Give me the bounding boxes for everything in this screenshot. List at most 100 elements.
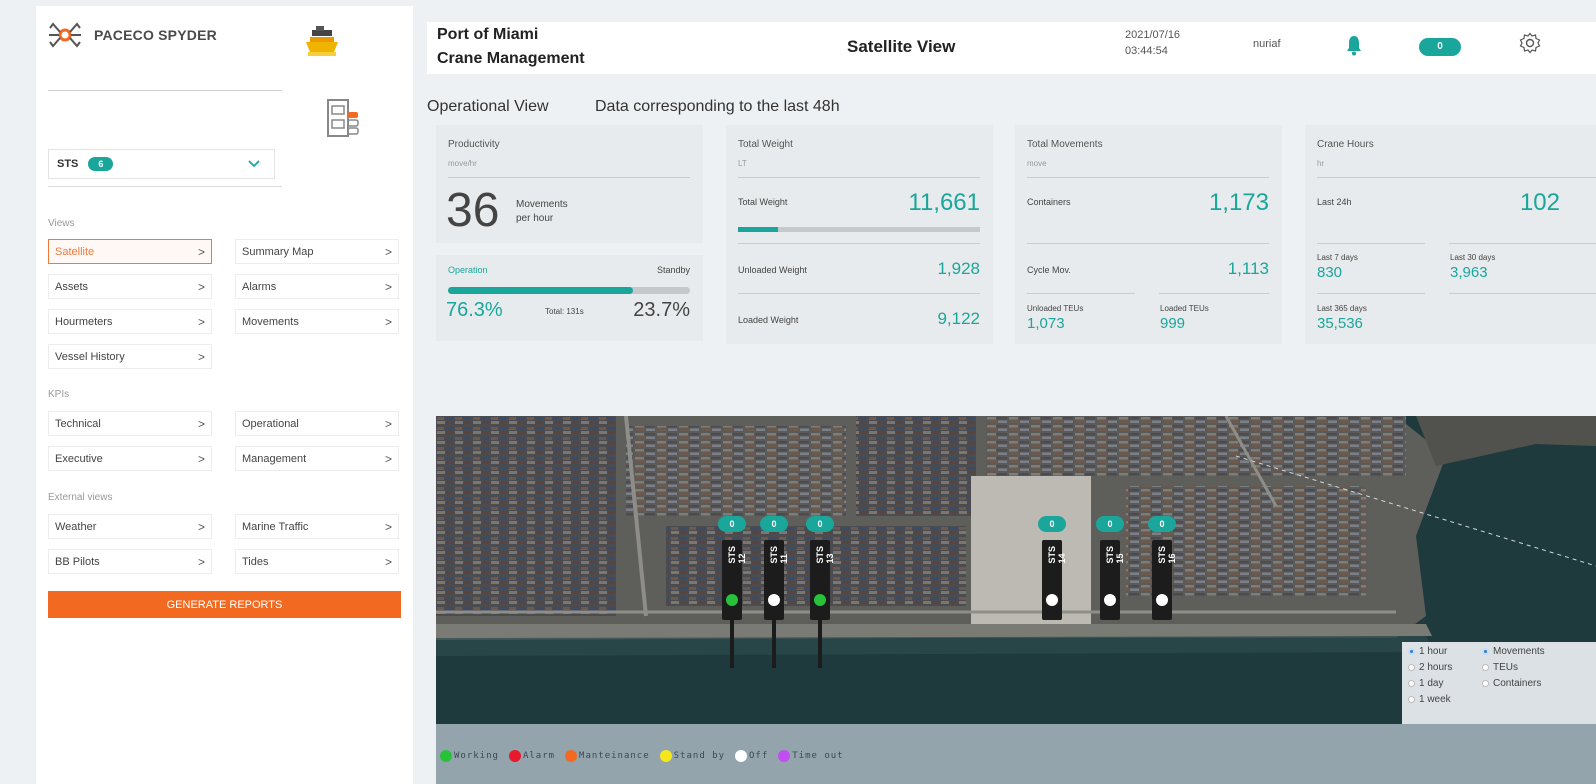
card-divider <box>1317 293 1425 294</box>
nav-executive[interactable]: Executive > <box>48 446 212 471</box>
time-option-1-hour[interactable]: 1 hour <box>1408 646 1447 657</box>
nav-label: Management <box>242 452 307 465</box>
card-unit: move <box>1027 159 1047 168</box>
satellite-map[interactable]: 0 STS 12 0 STS 11 0 STS 13 0 STS 14 0 STS 15 0 STS … <box>436 416 1596 784</box>
nav-bb-pilots[interactable]: BB Pilots > <box>48 549 212 574</box>
card-divider <box>1317 177 1596 178</box>
last365-value: 35,536 <box>1317 315 1363 332</box>
crane-count-badge: 0 <box>806 516 834 532</box>
chevron-right-icon: > <box>384 519 392 534</box>
chevron-down-icon[interactable] <box>246 156 262 172</box>
card-unit: LT <box>738 159 747 168</box>
crane-label: STS 12 <box>727 546 747 564</box>
total-weight-value: 11,661 <box>908 189 980 216</box>
card-title: Total Movements <box>1027 139 1103 150</box>
legend-dot-icon <box>735 750 747 762</box>
radio-icon <box>1408 648 1415 655</box>
radio-label: TEUs <box>1493 662 1518 673</box>
time-option-1-day[interactable]: 1 day <box>1408 678 1443 689</box>
nav-operational[interactable]: Operational > <box>235 411 399 436</box>
card-divider <box>1027 177 1269 178</box>
nav-summary-map[interactable]: Summary Map > <box>235 239 399 264</box>
legend-label: Off <box>749 751 769 761</box>
last30-label: Last 30 days <box>1450 253 1496 262</box>
productivity-card: Productivity move/hr 36 Movements per ho… <box>436 125 703 243</box>
nav-assets[interactable]: Assets > <box>48 274 212 299</box>
chevron-right-icon: > <box>197 451 205 466</box>
containers-label: Containers <box>1027 197 1071 207</box>
legend-dot-icon <box>508 750 521 762</box>
card-unit: hr <box>1317 159 1325 168</box>
operation-pct: 76.3% <box>446 299 503 321</box>
crane-status-icon <box>768 594 780 606</box>
crane-type-label: STS <box>57 158 79 170</box>
metric-option-teus[interactable]: TEUs <box>1482 662 1518 673</box>
nav-marine-traffic[interactable]: Marine Traffic > <box>235 514 399 539</box>
nav-management[interactable]: Management > <box>235 446 399 471</box>
cycle-mov-label: Cycle Mov. <box>1027 265 1071 275</box>
nav-technical[interactable]: Technical > <box>48 411 212 436</box>
card-title: Total Weight <box>738 139 793 150</box>
notification-badge[interactable]: 0 <box>1419 38 1461 56</box>
sidebar-divider <box>48 90 282 91</box>
crane-label: STS 13 <box>815 546 835 564</box>
brand-logo[interactable]: PACECO SPYDER <box>48 20 217 50</box>
crane-type-select[interactable]: STS 6 <box>48 149 275 179</box>
nav-tides[interactable]: Tides > <box>235 549 399 574</box>
card-divider <box>1449 293 1596 294</box>
operation-card: Operation Standby 76.3% Total: 131s 23.7… <box>436 255 703 341</box>
metric-option-containers[interactable]: Containers <box>1482 678 1541 689</box>
app-title-line1: Port of Miami <box>437 26 539 43</box>
productivity-caption-2: per hour <box>516 213 554 224</box>
nav-label: Movements <box>242 315 299 328</box>
chevron-right-icon: > <box>197 349 205 364</box>
nav-vessel-history[interactable]: Vessel History > <box>48 344 212 369</box>
nav-satellite[interactable]: Satellite > <box>48 239 212 264</box>
time-option-1-week[interactable]: 1 week <box>1408 694 1451 705</box>
radio-icon <box>1482 680 1489 687</box>
containers-value: 1,173 <box>1208 189 1269 216</box>
metric-option-movements[interactable]: Movements <box>1482 646 1545 657</box>
chevron-right-icon: > <box>384 314 392 329</box>
card-title: Productivity <box>448 139 500 150</box>
last30-value: 3,963 <box>1450 264 1488 281</box>
operation-total: Total: 131s <box>545 307 584 316</box>
time-option-2-hours[interactable]: 2 hours <box>1408 662 1452 673</box>
loaded-teus-label: Loaded TEUs <box>1160 304 1209 313</box>
radio-icon <box>1408 680 1415 687</box>
section-kpis-label: KPIs <box>48 389 70 400</box>
card-divider <box>1027 243 1269 244</box>
nav-movements[interactable]: Movements > <box>235 309 399 334</box>
time-text: 03:44:54 <box>1125 45 1168 57</box>
cycle-mov-value: 1,113 <box>1227 259 1269 278</box>
bell-icon[interactable] <box>1345 34 1363 56</box>
generate-reports-button[interactable]: GENERATE REPORTS <box>48 591 401 618</box>
nav-label: Assets <box>55 280 89 293</box>
spyder-logo-icon <box>49 22 81 48</box>
unloaded-weight-value: 1,928 <box>937 259 980 278</box>
radio-label: 1 week <box>1419 694 1451 705</box>
crane-label: STS 11 <box>769 546 789 564</box>
nav-label: Executive <box>55 452 103 465</box>
nav-hourmeters[interactable]: Hourmeters > <box>48 309 212 334</box>
chevron-right-icon: > <box>197 244 205 259</box>
chevron-right-icon: > <box>384 554 392 569</box>
gear-icon[interactable] <box>1519 32 1541 54</box>
datetime: 2021/07/16 03:44:54 <box>1125 27 1180 59</box>
crane-count-badge: 6 <box>88 157 114 171</box>
chevron-right-icon: > <box>384 279 392 294</box>
card-divider <box>1159 293 1269 294</box>
nav-weather[interactable]: Weather > <box>48 514 212 539</box>
crane-label: STS 15 <box>1105 546 1125 564</box>
crane-hours-card: Crane Hours hr Last 24h 102 Last 7 days … <box>1305 125 1596 344</box>
top-header: Port of Miami Crane Management Satellite… <box>427 22 1596 74</box>
sidebar: PACECO SPYDER STS 6 Views Satellite > Su… <box>36 6 413 784</box>
crane-boom <box>818 620 822 668</box>
crane-count-badge: 0 <box>1096 516 1124 532</box>
user-name[interactable]: nuriaf <box>1253 38 1281 50</box>
nav-label: Vessel History <box>55 350 125 363</box>
nav-alarms[interactable]: Alarms > <box>235 274 399 299</box>
legend-dot-icon <box>778 750 791 762</box>
productivity-caption-1: Movements <box>516 199 568 210</box>
card-divider <box>448 177 690 178</box>
